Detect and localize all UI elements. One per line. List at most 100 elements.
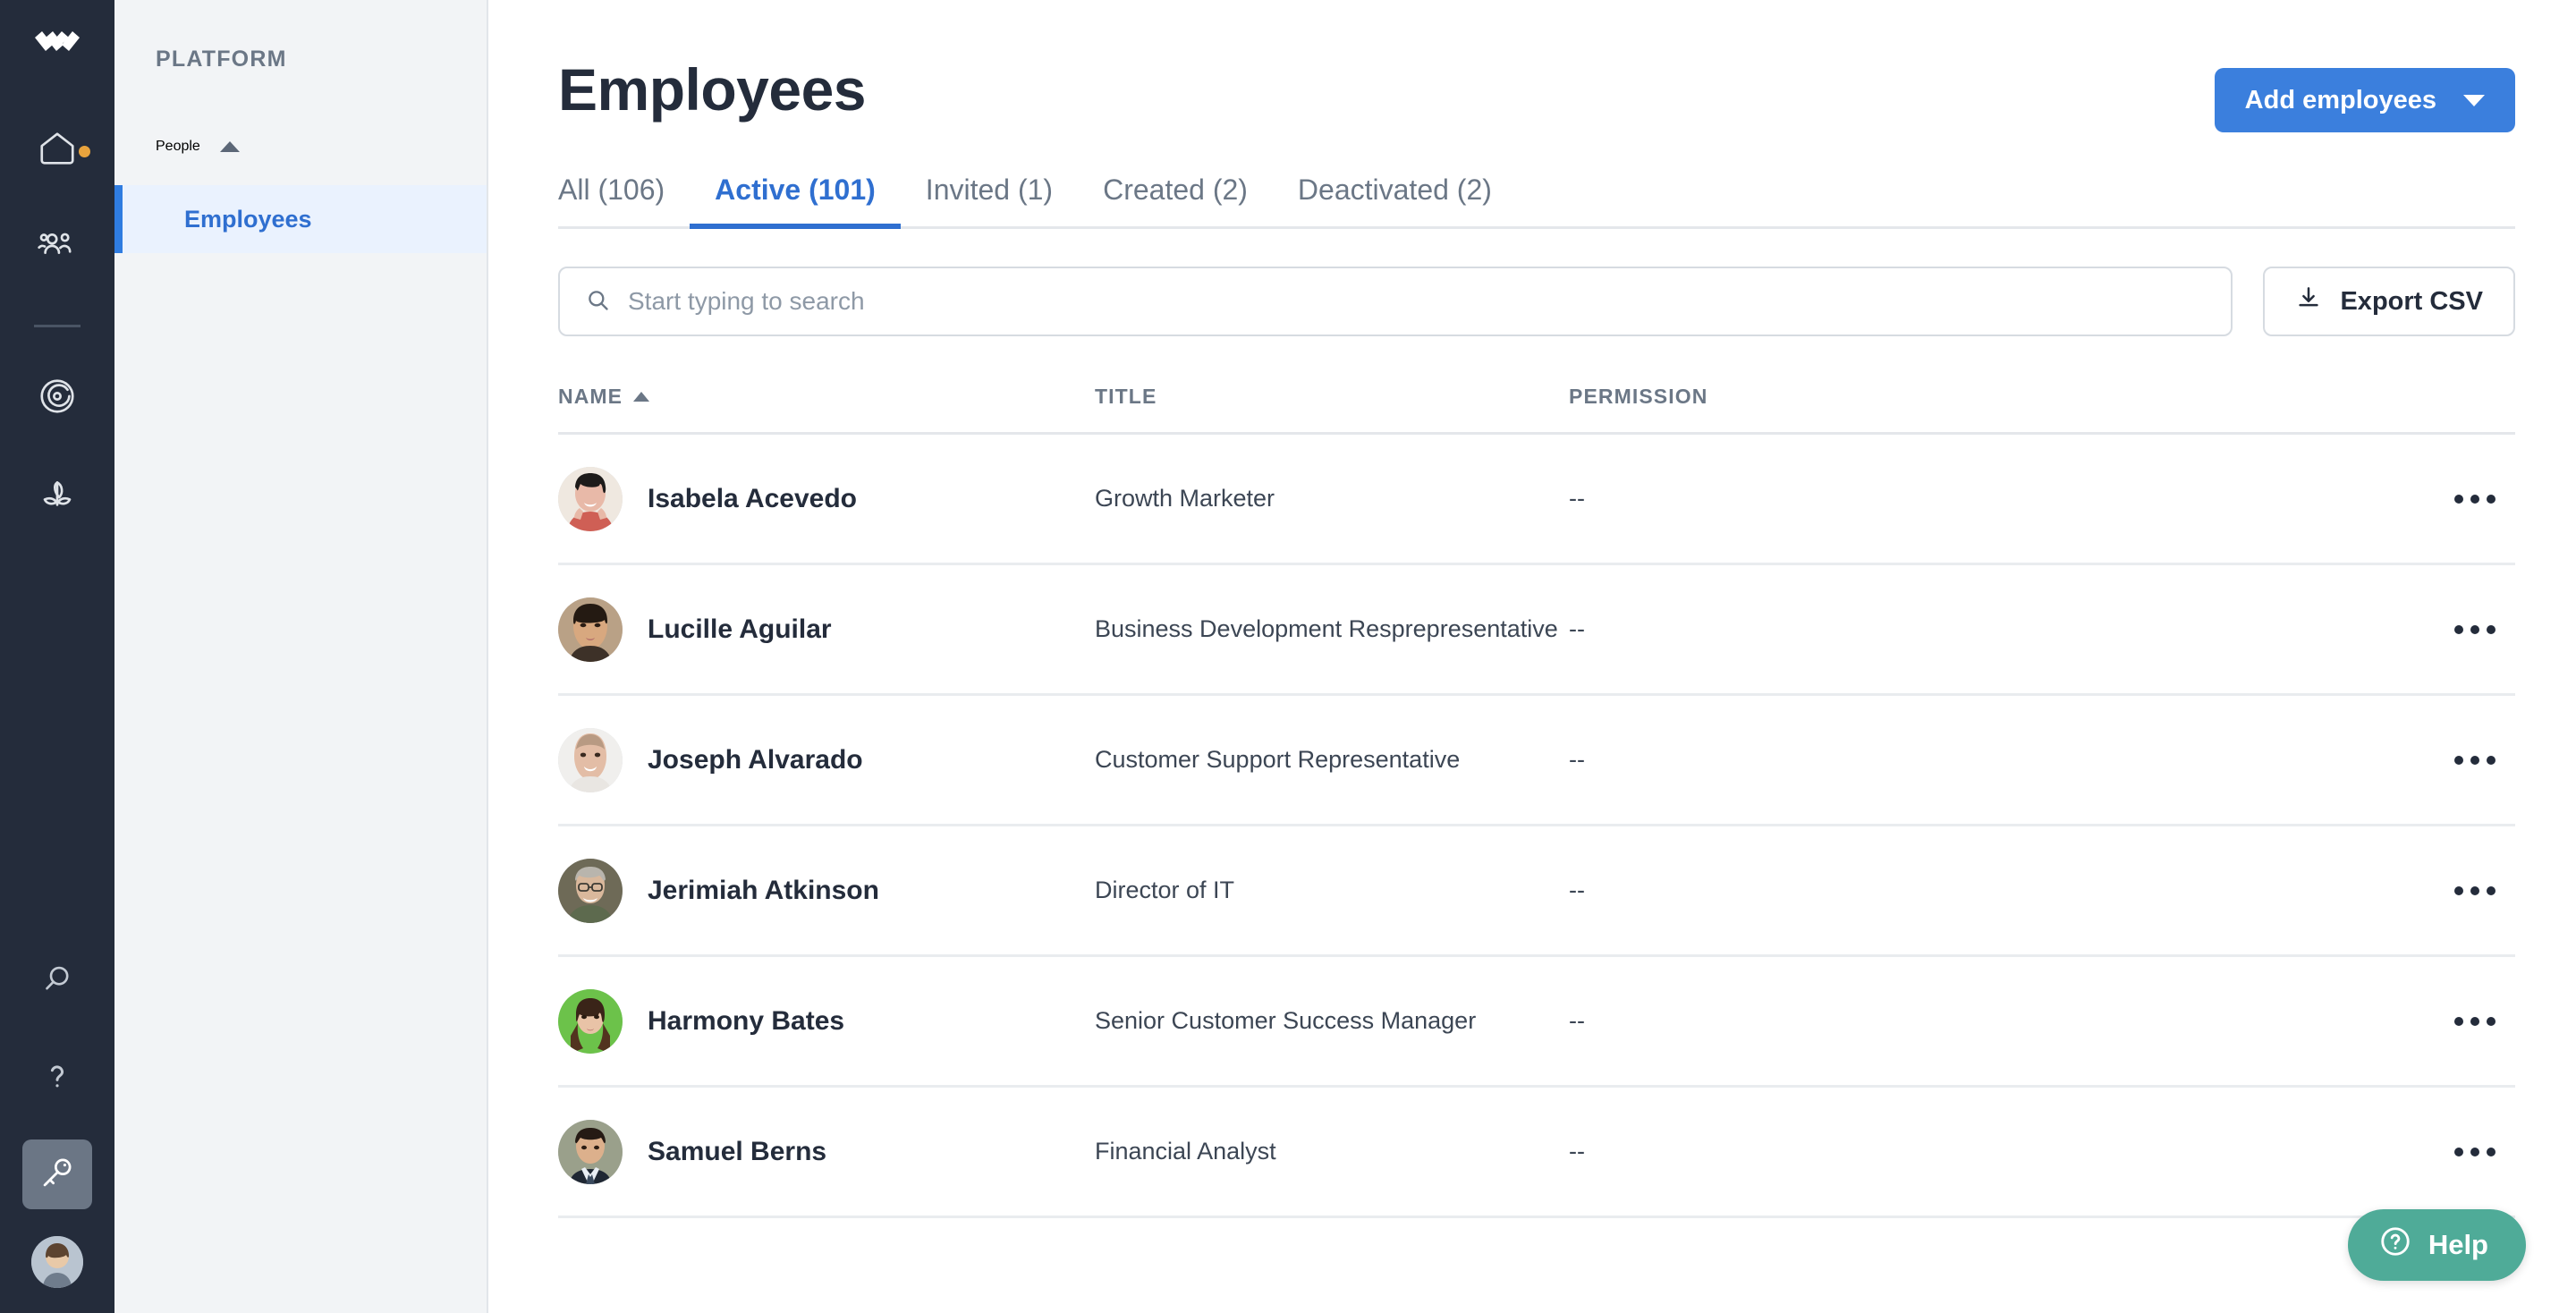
row-more-options-icon[interactable] xyxy=(2454,885,2496,895)
column-header-title[interactable]: TITLE xyxy=(1095,385,1569,409)
target-icon xyxy=(37,376,78,421)
search-box[interactable] xyxy=(558,267,2233,336)
home-icon xyxy=(37,128,78,174)
rail-item-search[interactable] xyxy=(22,946,92,1016)
employee-title: Director of IT xyxy=(1095,877,1235,904)
row-actions-cell xyxy=(2435,624,2515,634)
notification-dot xyxy=(79,146,90,157)
employee-permission: -- xyxy=(1569,746,1585,773)
key-icon xyxy=(38,1153,77,1197)
table-row[interactable]: Joseph Alvarado Customer Support Represe… xyxy=(558,696,2515,826)
plant-growth-icon xyxy=(37,472,78,518)
column-header-name[interactable]: NAME xyxy=(558,385,1095,409)
employee-permission: -- xyxy=(1569,877,1585,903)
rail-item-growth[interactable] xyxy=(22,460,92,529)
employee-permission: -- xyxy=(1569,485,1585,512)
rail-divider xyxy=(34,325,80,327)
row-actions-cell xyxy=(2435,1147,2515,1156)
sidebar-group-people[interactable]: People xyxy=(114,108,487,185)
table-row[interactable]: Harmony Bates Senior Customer Success Ma… xyxy=(558,957,2515,1088)
help-button[interactable]: Help xyxy=(2347,1209,2526,1281)
table-row[interactable]: Lucille Aguilar Business Development Res… xyxy=(558,565,2515,696)
employee-title: Customer Support Representative xyxy=(1095,746,1461,774)
avatar xyxy=(558,858,623,923)
search-icon xyxy=(585,287,610,317)
employee-name-cell: Jerimiah Atkinson xyxy=(558,858,1095,923)
table-header-row: NAME TITLE PERMISSION xyxy=(558,385,2515,435)
rail-item-admin[interactable] xyxy=(22,1139,92,1209)
page-title: Employees xyxy=(558,56,867,123)
table-row[interactable]: Samuel Berns Financial Analyst -- xyxy=(558,1088,2515,1218)
table-row[interactable]: Isabela Acevedo Growth Marketer -- xyxy=(558,435,2515,565)
add-employees-button[interactable]: Add employees xyxy=(2214,68,2515,132)
employee-name-cell: Harmony Bates xyxy=(558,988,1095,1054)
search-input[interactable] xyxy=(628,287,2207,316)
employees-table: NAME TITLE PERMISSION Isabela Acevedo Gr… xyxy=(558,385,2515,1218)
avatar xyxy=(558,466,623,531)
row-actions-cell xyxy=(2435,755,2515,765)
row-more-options-icon[interactable] xyxy=(2454,1016,2496,1026)
employee-name-cell: Isabela Acevedo xyxy=(558,466,1095,531)
avatar xyxy=(558,988,623,1054)
employee-permission: -- xyxy=(1569,1138,1585,1165)
export-csv-button[interactable]: Export CSV xyxy=(2263,267,2515,336)
status-tabs: All (106) Active (101) Invited (1) Creat… xyxy=(558,174,2515,229)
column-header-name-label: NAME xyxy=(558,385,623,408)
rail-item-help[interactable] xyxy=(22,1043,92,1113)
employee-name-cell: Joseph Alvarado xyxy=(558,727,1095,792)
app-root: PLATFORM People Employees Employees Add … xyxy=(0,0,2576,1313)
employee-name: Jerimiah Atkinson xyxy=(648,875,879,905)
rail-item-home[interactable] xyxy=(22,115,92,185)
people-icon xyxy=(37,224,78,270)
primary-nav-rail xyxy=(0,0,114,1313)
employee-title: Business Development Resprepresentative xyxy=(1095,615,1558,643)
employee-name: Isabela Acevedo xyxy=(648,483,858,513)
rail-item-people[interactable] xyxy=(22,212,92,282)
employee-permission: -- xyxy=(1569,615,1585,642)
sidebar-item-employees[interactable]: Employees xyxy=(114,185,487,253)
question-mark-icon xyxy=(38,1057,76,1099)
table-toolbar: Export CSV xyxy=(558,267,2515,336)
secondary-sidebar: PLATFORM People Employees xyxy=(114,0,488,1313)
employee-name: Samuel Berns xyxy=(648,1136,827,1166)
tab-all[interactable]: All (106) xyxy=(558,174,690,226)
avatar[interactable] xyxy=(31,1236,83,1288)
avatar xyxy=(558,727,623,792)
tab-deactivated[interactable]: Deactivated (2) xyxy=(1273,174,1517,226)
main-content: Employees Add employees All (106) Active… xyxy=(488,0,2576,1313)
wavy-chevrons-logo[interactable] xyxy=(33,27,81,67)
sidebar-group-label: People xyxy=(156,139,200,154)
employee-permission: -- xyxy=(1569,1007,1585,1034)
column-header-permission[interactable]: PERMISSION xyxy=(1569,385,2435,409)
add-employees-label: Add employees xyxy=(2244,85,2436,114)
tab-created[interactable]: Created (2) xyxy=(1078,174,1273,226)
export-csv-label: Export CSV xyxy=(2340,286,2483,316)
employee-name: Harmony Bates xyxy=(648,1005,845,1036)
download-icon xyxy=(2295,284,2322,318)
avatar xyxy=(558,1119,623,1184)
employee-title: Financial Analyst xyxy=(1095,1138,1276,1165)
tab-invited[interactable]: Invited (1) xyxy=(901,174,1078,226)
row-actions-cell xyxy=(2435,885,2515,895)
row-more-options-icon[interactable] xyxy=(2454,755,2496,765)
row-more-options-icon[interactable] xyxy=(2454,494,2496,504)
rail-item-goals[interactable] xyxy=(22,363,92,433)
employee-name-cell: Samuel Berns xyxy=(558,1119,1095,1184)
employee-title: Growth Marketer xyxy=(1095,485,1275,512)
row-more-options-icon[interactable] xyxy=(2454,624,2496,634)
table-row[interactable]: Jerimiah Atkinson Director of IT -- xyxy=(558,826,2515,957)
caret-down-icon xyxy=(2463,94,2485,106)
tab-active[interactable]: Active (101) xyxy=(690,174,901,229)
employee-name: Joseph Alvarado xyxy=(648,744,863,775)
employee-title: Senior Customer Success Manager xyxy=(1095,1007,1477,1035)
row-actions-cell xyxy=(2435,494,2515,504)
question-circle-icon xyxy=(2378,1224,2412,1266)
sidebar-section-label: PLATFORM xyxy=(156,47,287,72)
row-more-options-icon[interactable] xyxy=(2454,1147,2496,1156)
page-header: Employees Add employees xyxy=(558,0,2515,132)
employee-name: Lucille Aguilar xyxy=(648,614,832,644)
sort-ascending-icon xyxy=(633,392,650,402)
caret-up-icon[interactable] xyxy=(219,141,240,152)
sidebar-item-label: Employees xyxy=(184,205,312,233)
row-actions-cell xyxy=(2435,1016,2515,1026)
